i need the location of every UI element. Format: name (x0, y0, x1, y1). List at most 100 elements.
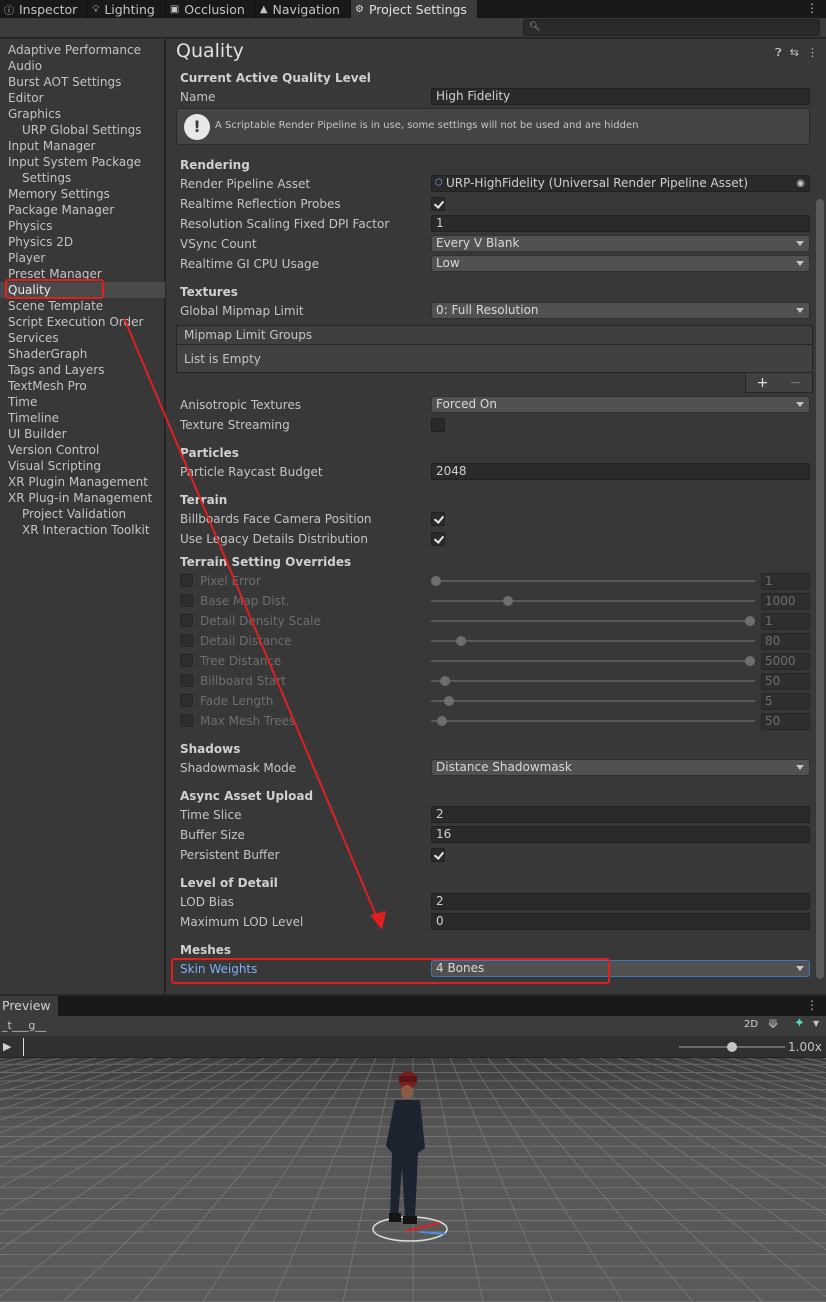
sidebar-item-memory-settings[interactable]: Memory Settings (8, 186, 110, 202)
vsync-dropdown[interactable]: Every V Blank (431, 235, 810, 252)
legacy-details-checkbox[interactable] (431, 532, 445, 546)
search-input[interactable]: 🔍︎ (523, 19, 820, 36)
render-pipeline-field[interactable]: ⬡ URP-HighFidelity (Universal Render Pip… (431, 175, 810, 192)
sidebar-item-physics-2d[interactable]: Physics 2D (8, 234, 73, 250)
tab-label: Navigation (272, 1, 340, 17)
preview-tab[interactable]: Preview (0, 996, 58, 1016)
max-lod-field[interactable]: 0 (431, 913, 810, 930)
buffer-size-field[interactable]: 16 (431, 826, 810, 843)
time-slice-field[interactable]: 2 (431, 806, 810, 823)
occlusion-icon: ▣ (169, 3, 180, 15)
sidebar-item-script-execution-order[interactable]: Script Execution Order (8, 314, 143, 330)
override-slider-track (431, 660, 755, 662)
sidebar-item-ui-builder[interactable]: UI Builder (8, 426, 67, 442)
mode-2d-button[interactable]: 2D (744, 1019, 758, 1030)
add-button[interactable]: + (757, 375, 769, 391)
help-icon[interactable]: ❓︎ (775, 46, 782, 60)
mipmap-groups-header: Mipmap Limit Groups (176, 325, 813, 345)
section-header-terrain: Terrain (180, 493, 228, 507)
anisotropic-value: Forced On (436, 397, 497, 411)
sidebar-item-package-manager[interactable]: Package Manager (8, 202, 114, 218)
gi-cpu-dropdown[interactable]: Low (431, 255, 810, 272)
texture-streaming-checkbox[interactable] (431, 418, 445, 432)
shadowmask-dropdown[interactable]: Distance Shadowmask (431, 759, 810, 776)
sidebar-item-input-system-package[interactable]: Input System Package (8, 154, 141, 170)
sidebar-item-project-validation[interactable]: Project Validation (22, 506, 126, 522)
override-checkbox[interactable] (180, 574, 193, 587)
override-checkbox[interactable] (180, 654, 193, 667)
sidebar-item-tags-and-layers[interactable]: Tags and Layers (8, 362, 104, 378)
sidebar-item-settings[interactable]: Settings (22, 170, 71, 186)
remove-button[interactable]: − (790, 375, 802, 391)
sidebar-item-audio[interactable]: Audio (8, 58, 42, 74)
legacy-details-label: Use Legacy Details Distribution (180, 532, 368, 546)
sidebar-item-visual-scripting[interactable]: Visual Scripting (8, 458, 101, 474)
sidebar-item-services[interactable]: Services (8, 330, 59, 346)
tab-navigation[interactable]: ▲ Navigation (256, 0, 351, 18)
tab-project-settings[interactable]: ⚙ Project Settings (350, 0, 478, 18)
sidebar-item-editor[interactable]: Editor (8, 90, 44, 106)
chevron-down-icon (796, 402, 804, 407)
shadowmask-value: Distance Shadowmask (436, 760, 572, 774)
annotation-box-quality (5, 279, 104, 299)
sidebar-item-shadergraph[interactable]: ShaderGraph (8, 346, 87, 362)
sidebar-item-version-control[interactable]: Version Control (8, 442, 99, 458)
override-checkbox[interactable] (180, 714, 193, 727)
reflection-probes-checkbox[interactable] (431, 197, 445, 211)
sidebar-item-xr-plugin-management[interactable]: XR Plugin Management (8, 474, 148, 490)
sidebar-item-textmesh-pro[interactable]: TextMesh Pro (8, 378, 87, 394)
sidebar-item-urp-global-settings[interactable]: URP Global Settings (22, 122, 141, 138)
lod-bias-field[interactable]: 2 (431, 893, 810, 910)
sidebar-item-xr-interaction-toolkit[interactable]: XR Interaction Toolkit (22, 522, 150, 538)
override-checkbox[interactable] (180, 614, 193, 627)
tab-label: Inspector (19, 1, 78, 17)
chevron-down-icon[interactable]: ▼ (813, 1019, 819, 1028)
timeline-cursor[interactable] (23, 1038, 24, 1056)
render-pipeline-label: Render Pipeline Asset (180, 177, 311, 191)
override-checkbox[interactable] (180, 634, 193, 647)
lod-bias-label: LOD Bias (180, 895, 234, 909)
page-title: Quality (176, 40, 244, 62)
override-checkbox[interactable] (180, 594, 193, 607)
play-icon[interactable]: ▶ (3, 1040, 11, 1053)
preview-viewport[interactable] (0, 1058, 826, 1302)
quality-name-field[interactable]: High Fidelity (431, 88, 810, 105)
preview-title: _t___g__ (2, 1019, 47, 1032)
sidebar-item-adaptive-performance[interactable]: Adaptive Performance (8, 42, 141, 58)
more-options-icon[interactable]: ⋮ (806, 1, 818, 15)
override-checkbox[interactable] (180, 694, 193, 707)
sidebar-item-physics[interactable]: Physics (8, 218, 52, 234)
anisotropic-dropdown[interactable]: Forced On (431, 396, 810, 413)
tab-lighting[interactable]: 💡︎ Lighting (88, 0, 166, 18)
preview-toolbar: _t___g__ 2D ⟱ ✦ ▼ (0, 1016, 826, 1036)
preset-icon[interactable]: ⇆ (790, 46, 799, 60)
tab-inspector[interactable]: ⓘ Inspector (0, 0, 89, 18)
sidebar-item-input-manager[interactable]: Input Manager (8, 138, 96, 154)
bulb-icon: 💡︎ (92, 3, 100, 15)
override-slider-track (431, 600, 755, 602)
pivot-icon[interactable]: ⟱ (768, 1017, 778, 1031)
scrollbar-thumb[interactable] (816, 199, 824, 979)
avatar-icon[interactable]: ✦ (794, 1016, 805, 1031)
sidebar-item-timeline[interactable]: Timeline (8, 410, 59, 426)
sidebar-item-time[interactable]: Time (8, 394, 37, 410)
section-header-current-level: Current Active Quality Level (180, 71, 371, 85)
override-slider-knob (745, 616, 755, 626)
tab-occlusion[interactable]: ▣ Occlusion (166, 0, 256, 18)
raycast-budget-field[interactable]: 2048 (431, 463, 810, 480)
more-options-icon[interactable]: ⋮ (806, 998, 818, 1012)
scrollbar[interactable] (815, 39, 825, 994)
object-picker-icon[interactable]: ◉ (796, 176, 805, 191)
override-slider-knob (440, 676, 450, 686)
sidebar-item-scene-template[interactable]: Scene Template (8, 298, 103, 314)
mipmap-limit-dropdown[interactable]: 0: Full Resolution (431, 302, 810, 319)
override-checkbox[interactable] (180, 674, 193, 687)
speed-slider-knob[interactable] (727, 1042, 737, 1052)
sidebar-item-burst-aot-settings[interactable]: Burst AOT Settings (8, 74, 121, 90)
sidebar-item-player[interactable]: Player (8, 250, 45, 266)
sidebar-item-graphics[interactable]: Graphics (8, 106, 61, 122)
dpi-factor-field[interactable]: 1 (431, 215, 810, 232)
persistent-buffer-checkbox[interactable] (431, 848, 445, 862)
billboards-checkbox[interactable] (431, 512, 445, 526)
sidebar-item-xr-plug-in-management[interactable]: XR Plug-in Management (8, 490, 152, 506)
